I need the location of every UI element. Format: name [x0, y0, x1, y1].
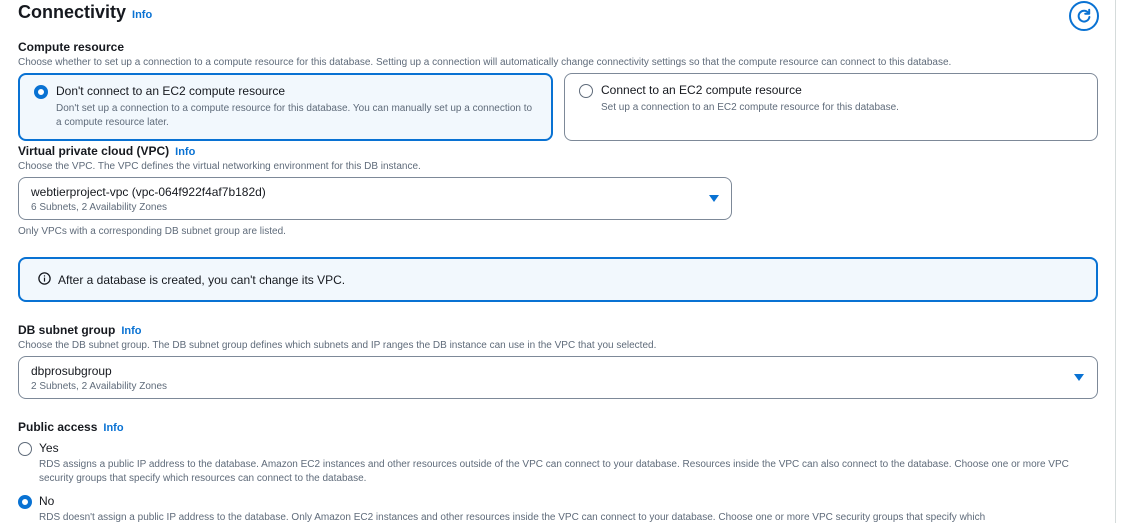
public-access-info-link[interactable]: Info	[103, 422, 123, 434]
vpc-label: Virtual private cloud (VPC) Info	[18, 144, 195, 158]
refresh-button[interactable]	[1069, 1, 1099, 31]
info-circle-icon	[38, 272, 51, 285]
caret-down-icon	[1074, 374, 1084, 381]
tile-title: Connect to an EC2 compute resource	[601, 83, 802, 97]
subnet-label: DB subnet group Info	[18, 323, 142, 337]
subnet-select-sub: 2 Subnets, 2 Availability Zones	[31, 381, 168, 392]
public-access-label-text: Public access	[18, 420, 98, 434]
public-access-label: Public access Info	[18, 420, 124, 434]
compute-resource-description: Choose whether to set up a connection to…	[18, 57, 952, 68]
scrollbar-track[interactable]	[1115, 0, 1116, 523]
public-no-description: RDS doesn't assign a public IP address t…	[39, 512, 986, 523]
subnet-select-value: dbprosubgroup	[31, 364, 112, 378]
radio-public-yes[interactable]	[18, 442, 32, 456]
vpc-description: Choose the VPC. The VPC defines the virt…	[18, 161, 421, 172]
subnet-label-text: DB subnet group	[18, 323, 116, 337]
radio-ec2[interactable]	[579, 84, 593, 98]
subnet-info-link[interactable]: Info	[121, 325, 141, 337]
refresh-icon	[1077, 8, 1091, 23]
section-title: Connectivity Info	[18, 2, 152, 23]
subnet-description: Choose the DB subnet group. The DB subne…	[18, 340, 657, 351]
tile-title: Don't connect to an EC2 compute resource	[56, 84, 286, 98]
public-no-label[interactable]: No	[39, 494, 54, 508]
public-yes-description: RDS assigns a public IP address to the d…	[39, 459, 1069, 484]
tile-no-ec2-connection[interactable]: Don't connect to an EC2 compute resource…	[18, 73, 553, 141]
vpc-select-value: webtierproject-vpc (vpc-064f922f4af7b182…	[31, 185, 266, 199]
vpc-select-sub: 6 Subnets, 2 Availability Zones	[31, 202, 168, 213]
compute-resource-label: Compute resource	[18, 40, 125, 54]
section-title-text: Connectivity	[18, 2, 127, 22]
tile-description: Set up a connection to an EC2 compute re…	[601, 102, 899, 113]
tile-ec2-connection[interactable]: Connect to an EC2 compute resource Set u…	[564, 73, 1098, 141]
public-yes-label[interactable]: Yes	[39, 441, 59, 455]
caret-down-icon	[709, 195, 719, 202]
subnet-select[interactable]: dbprosubgroup 2 Subnets, 2 Availability …	[18, 356, 1098, 399]
vpc-info-link[interactable]: Info	[175, 146, 195, 158]
connectivity-panel: Connectivity Info Compute resource Choose…	[0, 0, 1146, 523]
tile-description: Don't set up a connection to a compute r…	[56, 103, 533, 128]
vpc-alert: After a database is created, you can't c…	[18, 257, 1098, 302]
radio-public-no[interactable]	[18, 495, 32, 509]
radio-no-ec2[interactable]	[34, 85, 48, 99]
vpc-select[interactable]: webtierproject-vpc (vpc-064f922f4af7b182…	[18, 177, 732, 220]
vpc-label-text: Virtual private cloud (VPC)	[18, 144, 170, 158]
alert-text: After a database is created, you can't c…	[58, 273, 346, 287]
vpc-hint: Only VPCs with a corresponding DB subnet…	[18, 226, 286, 237]
info-link[interactable]: Info	[132, 9, 152, 21]
